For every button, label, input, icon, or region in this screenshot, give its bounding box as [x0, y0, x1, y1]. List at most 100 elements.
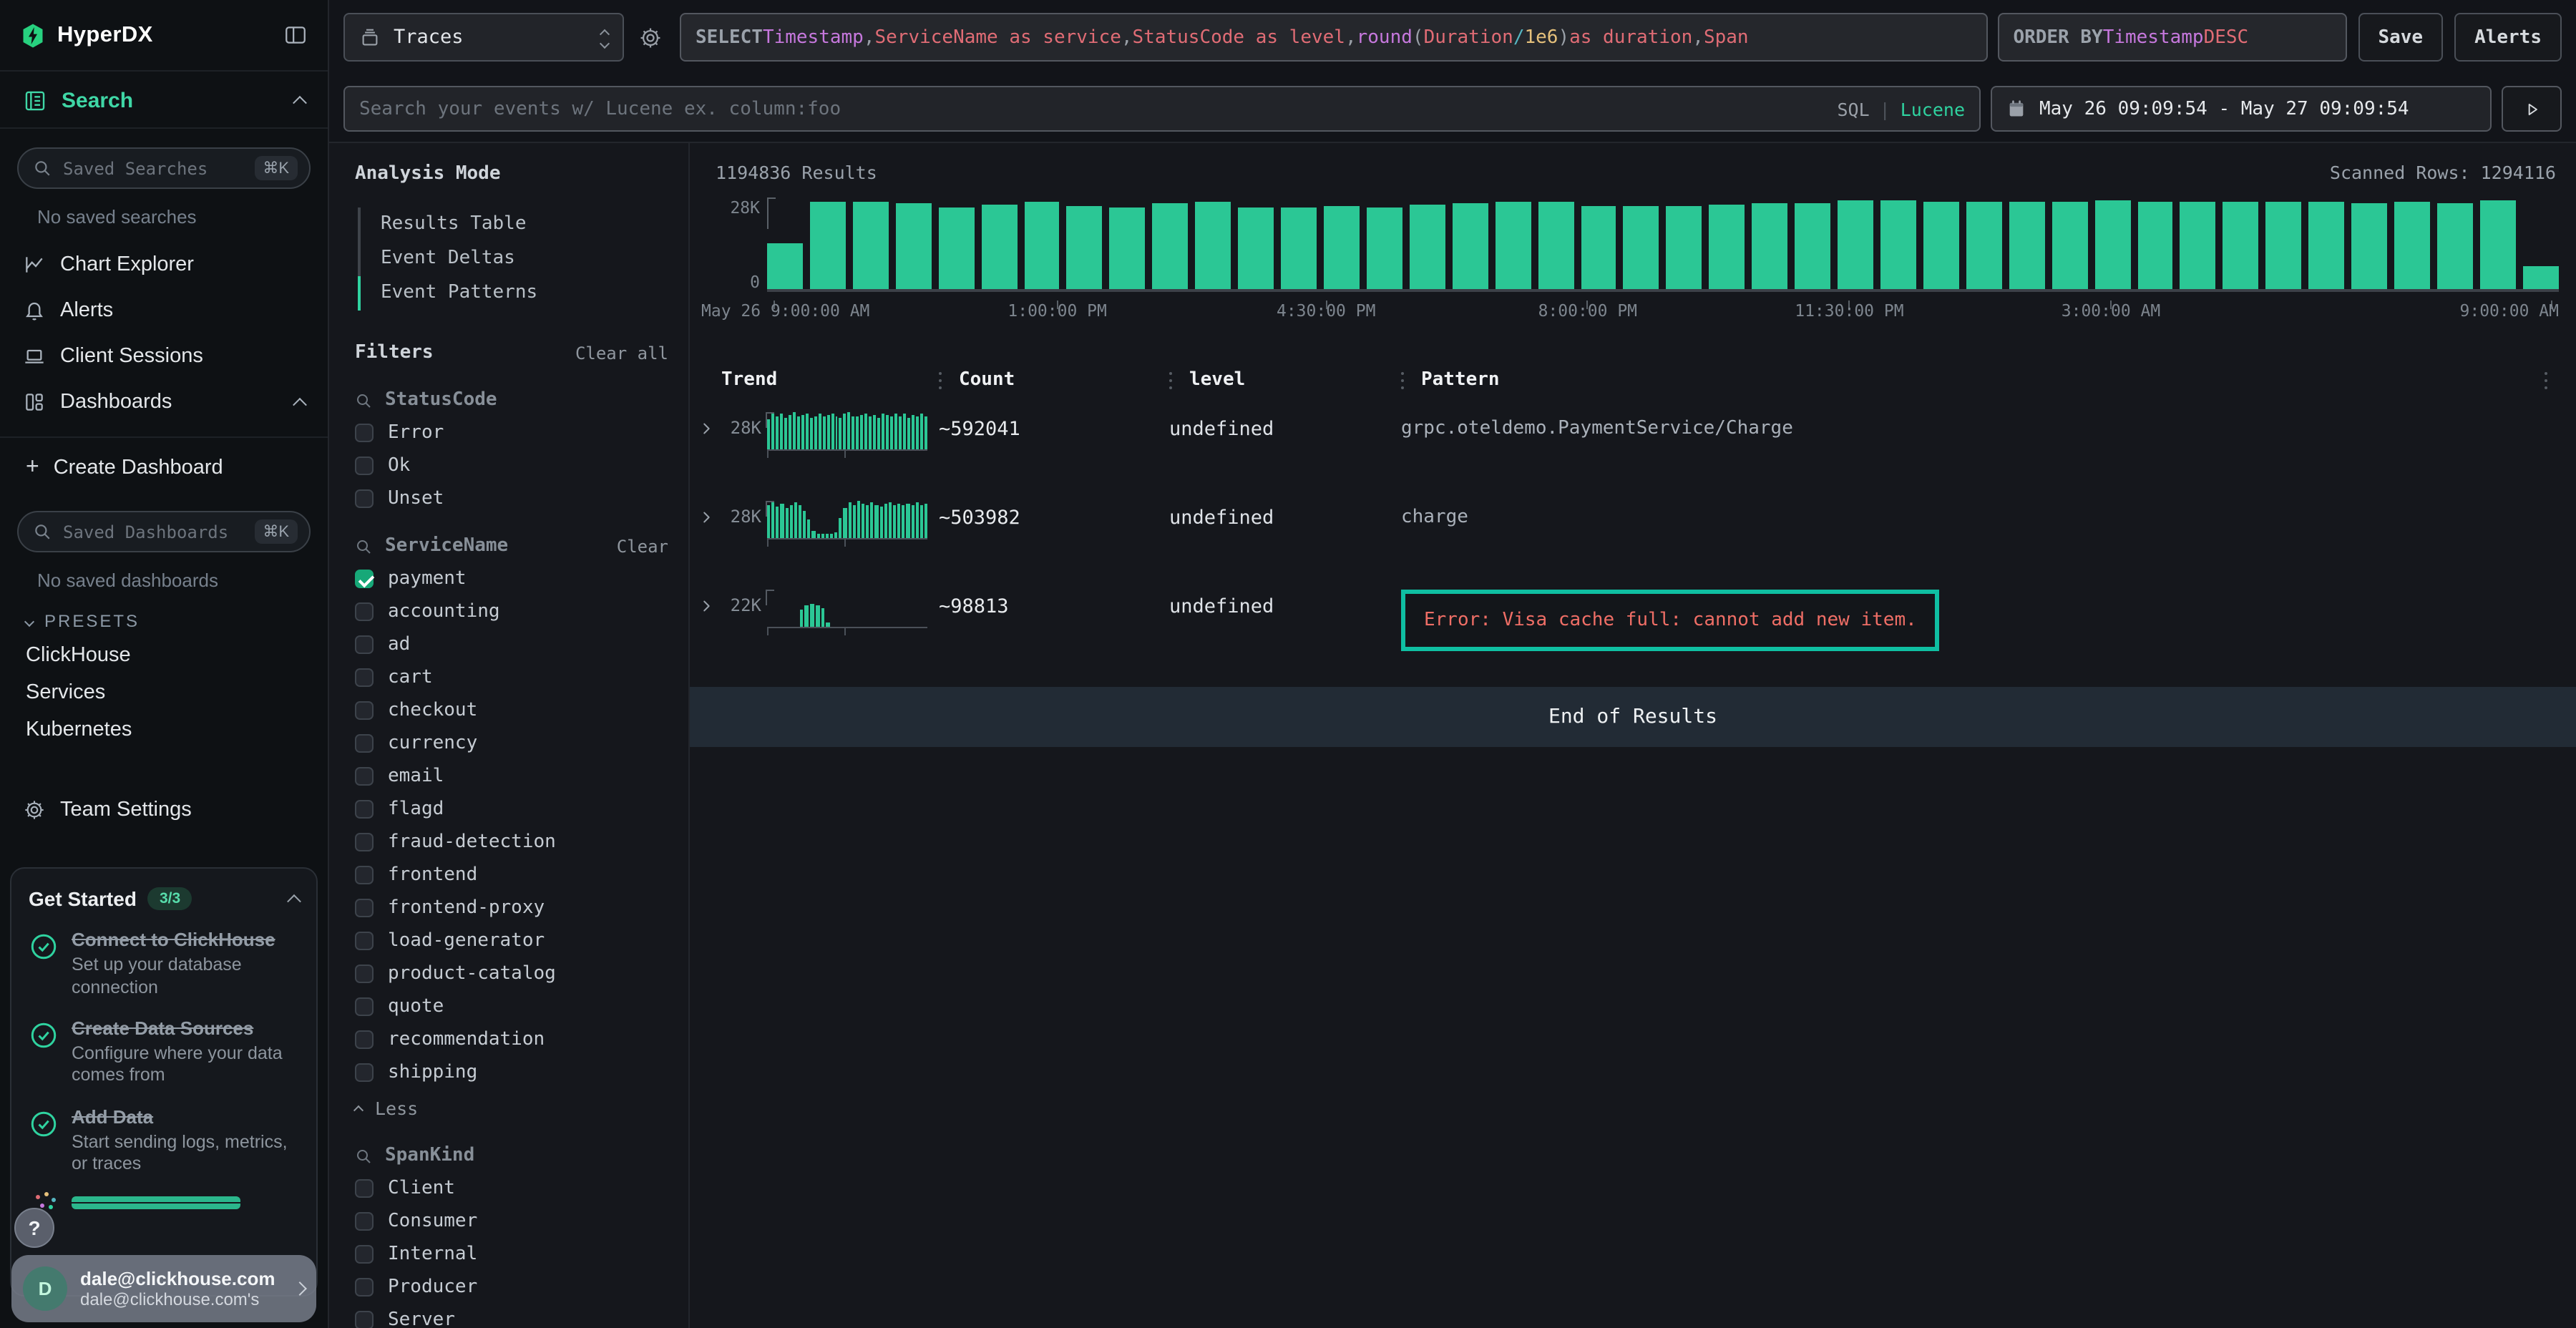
histogram-bar[interactable]	[2394, 202, 2430, 289]
language-sql-option[interactable]: SQL	[1837, 98, 1869, 119]
histogram-bar[interactable]	[1752, 203, 1787, 289]
histogram-bar[interactable]	[1324, 207, 1360, 289]
histogram-bar[interactable]	[1538, 202, 1574, 289]
checkbox[interactable]	[355, 1063, 374, 1082]
clear-all-filters-link[interactable]: Clear all	[575, 343, 668, 363]
checkbox[interactable]	[355, 833, 374, 851]
checkbox[interactable]	[355, 1179, 374, 1198]
column-header-trend[interactable]: Trend	[721, 363, 939, 395]
facet-option-quote[interactable]: quote	[355, 996, 668, 1017]
event-search-bar[interactable]: SQL | Lucene	[343, 86, 1981, 132]
facet-clear-link[interactable]: Clear	[617, 536, 668, 556]
sidebar-item-preset-services[interactable]: Services	[0, 674, 328, 711]
source-select[interactable]: Traces	[343, 13, 624, 62]
sidebar-item-dashboards[interactable]: Dashboards	[0, 379, 328, 425]
histogram-bar[interactable]	[2009, 201, 2044, 289]
checkbox[interactable]	[355, 800, 374, 819]
histogram-bar[interactable]	[2051, 202, 2087, 289]
row-expander-icon[interactable]	[698, 409, 721, 436]
histogram-bar[interactable]	[1153, 203, 1189, 289]
histogram-bar[interactable]	[1367, 207, 1402, 289]
sidebar-item-chart-explorer[interactable]: Chart Explorer	[0, 242, 328, 288]
histogram-bar[interactable]	[767, 243, 803, 289]
facet-option-ad[interactable]: ad	[355, 634, 668, 655]
checkbox[interactable]	[355, 1212, 374, 1231]
table-options-menu[interactable]	[2545, 363, 2576, 395]
checkbox[interactable]	[355, 1278, 374, 1297]
checkbox[interactable]	[355, 456, 374, 475]
pattern-row[interactable]: 28K~503982undefinedcharge	[698, 498, 2576, 572]
facet-option-consumer[interactable]: Consumer	[355, 1211, 668, 1232]
histogram-bar[interactable]	[1795, 202, 1830, 289]
histogram-bar[interactable]	[1195, 201, 1231, 289]
saved-searches-input[interactable]: ⌘K	[17, 147, 311, 189]
sidebar-item-alerts[interactable]: Alerts	[0, 288, 328, 333]
checkbox[interactable]	[355, 997, 374, 1016]
checkbox[interactable]	[355, 1245, 374, 1264]
facet-option-unset[interactable]: Unset	[355, 488, 668, 509]
column-grip-icon[interactable]	[1401, 372, 1404, 375]
checkbox[interactable]	[355, 570, 374, 588]
sql-select-editor[interactable]: SELECT Timestamp, ServiceName as service…	[680, 13, 1987, 62]
checkbox[interactable]	[355, 899, 374, 917]
facet-option-client[interactable]: Client	[355, 1178, 668, 1199]
histogram-bar[interactable]	[981, 205, 1017, 289]
pattern-row[interactable]: 28K~592041undefinedgrpc.oteldemo.Payment…	[698, 409, 2576, 484]
checkbox[interactable]	[355, 1311, 374, 1328]
checkbox[interactable]	[355, 767, 374, 786]
facet-option-product-catalog[interactable]: product-catalog	[355, 963, 668, 985]
histogram-bar[interactable]	[2137, 202, 2173, 289]
save-button[interactable]: Save	[2358, 13, 2443, 62]
histogram-bar[interactable]	[2437, 203, 2473, 289]
facet-option-checkout[interactable]: checkout	[355, 700, 668, 721]
facet-option-server[interactable]: Server	[355, 1309, 668, 1328]
checkbox[interactable]	[355, 965, 374, 983]
analysis-mode-event-patterns[interactable]: Event Patterns	[361, 276, 668, 311]
column-header-pattern[interactable]: Pattern	[1401, 363, 2545, 395]
language-lucene-option[interactable]: Lucene	[1901, 98, 1965, 119]
facet-option-fraud-detection[interactable]: fraud-detection	[355, 831, 668, 853]
checkbox[interactable]	[355, 866, 374, 884]
facet-option-currency[interactable]: currency	[355, 733, 668, 754]
chevron-up-icon[interactable]	[293, 96, 307, 110]
facet-option-error[interactable]: Error	[355, 422, 668, 444]
facet-option-shipping[interactable]: shipping	[355, 1062, 668, 1083]
histogram-bar[interactable]	[2223, 202, 2259, 289]
histogram-bar[interactable]	[1410, 205, 1445, 289]
histogram-bar[interactable]	[2308, 202, 2344, 289]
histogram-bar[interactable]	[1110, 207, 1146, 289]
facet-option-load-generator[interactable]: load-generator	[355, 930, 668, 952]
histogram-bar[interactable]	[2266, 201, 2302, 289]
histogram-bar[interactable]	[853, 202, 889, 289]
column-grip-icon[interactable]	[939, 372, 942, 375]
facet-option-flagd[interactable]: flagd	[355, 799, 668, 820]
sidebar-item-client-sessions[interactable]: Client Sessions	[0, 333, 328, 379]
histogram-bar[interactable]	[1966, 202, 2002, 289]
histogram-bar[interactable]	[2094, 201, 2130, 289]
histogram-bar[interactable]	[1838, 201, 1873, 289]
run-query-button[interactable]	[2502, 86, 2562, 132]
get-started-item[interactable]: Create Data SourcesConfigure where your …	[29, 1017, 299, 1088]
histogram-bar[interactable]	[1624, 206, 1659, 289]
saved-dashboards-field[interactable]	[63, 522, 254, 542]
facet-option-recommendation[interactable]: recommendation	[355, 1029, 668, 1050]
histogram-bar[interactable]	[1495, 201, 1531, 289]
highlighted-error-pattern[interactable]: Error: Visa cache full: cannot add new i…	[1401, 590, 1940, 651]
show-less-link[interactable]: Less	[355, 1098, 668, 1119]
facet-option-cart[interactable]: cart	[355, 667, 668, 688]
sidebar-item-preset-clickhouse[interactable]: ClickHouse	[0, 637, 328, 674]
saved-dashboards-input[interactable]: ⌘K	[17, 511, 311, 552]
histogram-bar[interactable]	[1238, 208, 1274, 289]
collapse-sidebar-icon[interactable]	[283, 23, 308, 47]
analysis-mode-results-table[interactable]: Results Table	[361, 208, 668, 242]
histogram-bar[interactable]	[1024, 202, 1060, 289]
histogram-bar[interactable]	[2180, 202, 2216, 289]
histogram-bar[interactable]	[1667, 206, 1702, 289]
histogram-bar[interactable]	[1709, 205, 1745, 289]
histogram-bar[interactable]	[2351, 202, 2387, 289]
order-by-editor[interactable]: ORDER BY Timestamp DESC	[1997, 13, 2346, 62]
checkbox[interactable]	[355, 734, 374, 753]
column-header-level[interactable]: level	[1169, 363, 1401, 395]
checkbox[interactable]	[355, 489, 374, 508]
chevron-up-icon[interactable]	[293, 397, 307, 411]
